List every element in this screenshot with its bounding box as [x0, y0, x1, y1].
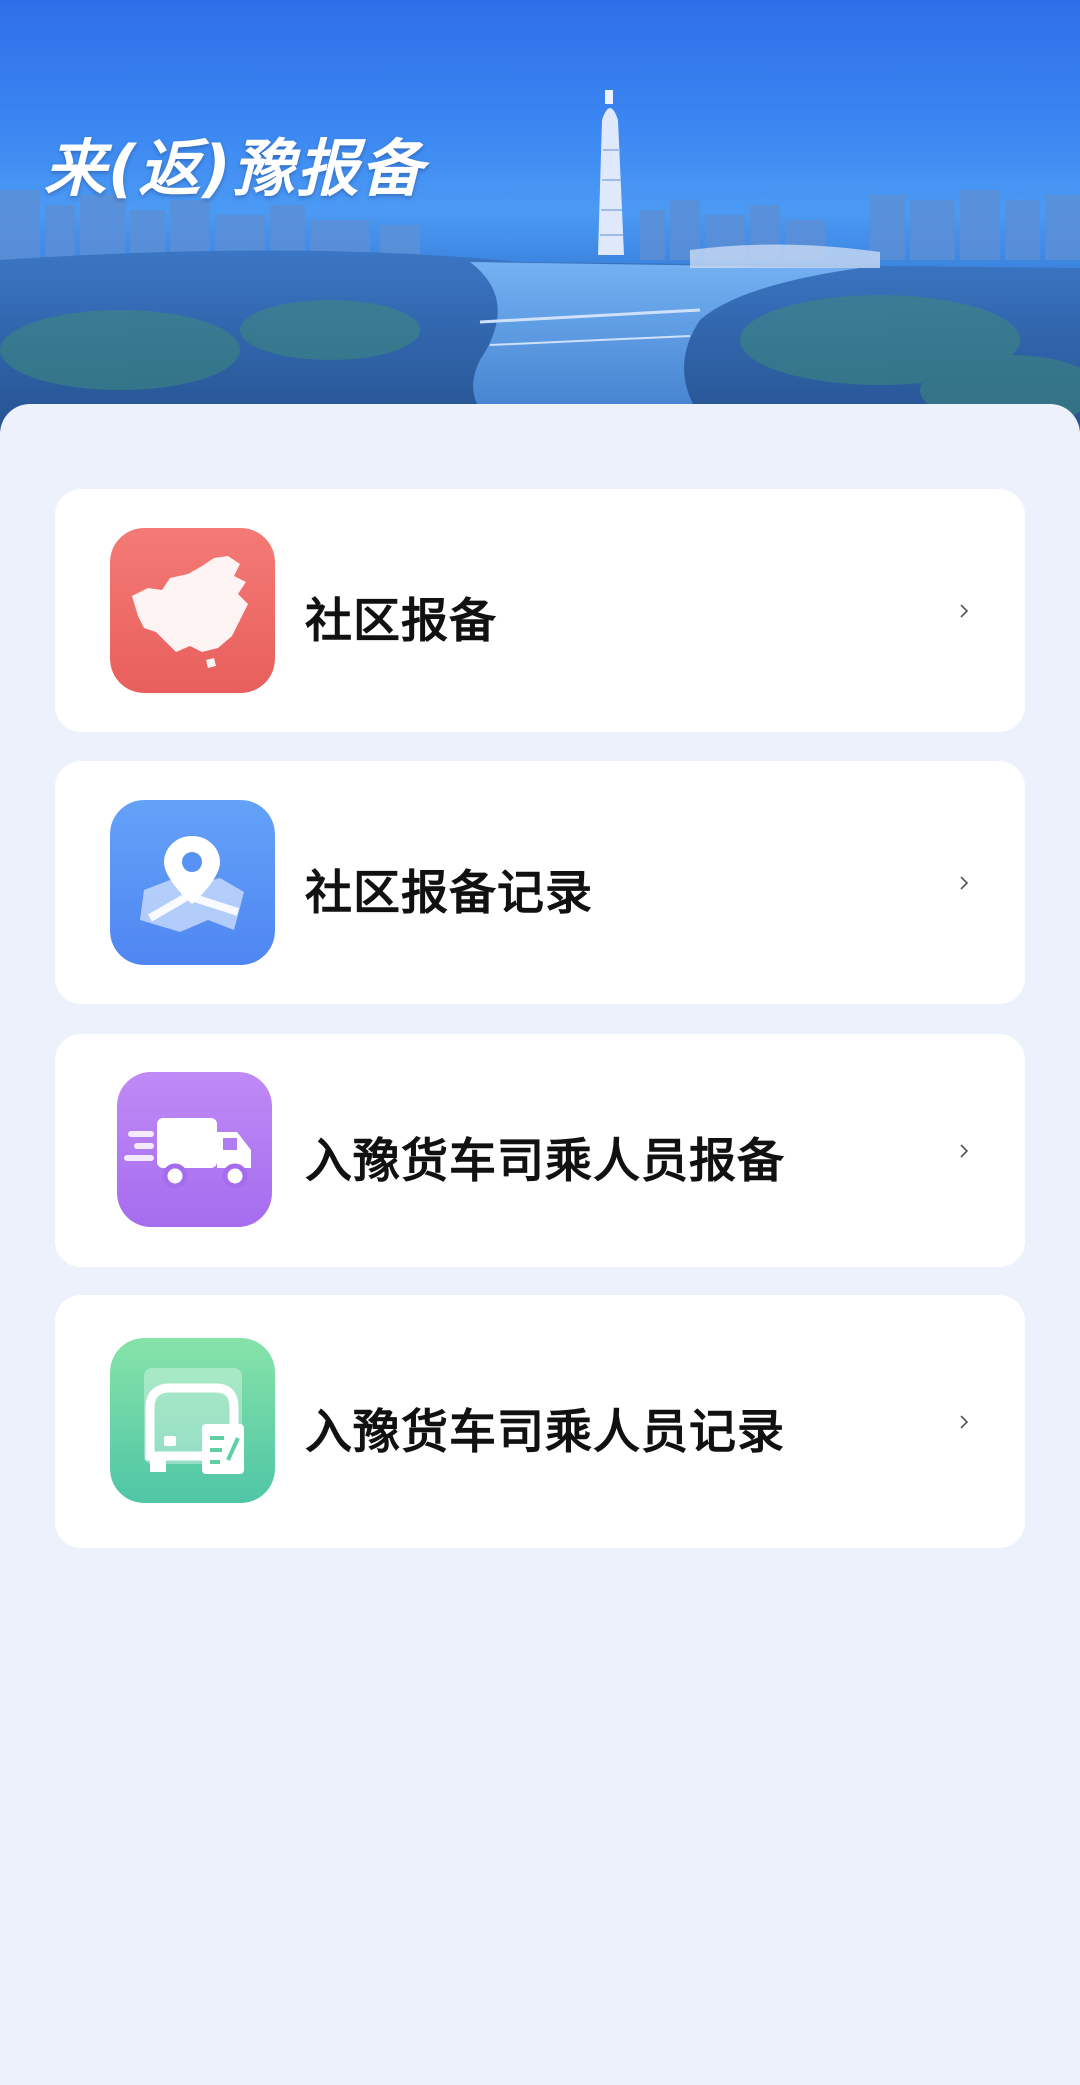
menu-item-truck-driver-record[interactable]: 入豫货车司乘人员记录	[55, 1295, 1025, 1548]
menu-item-label: 社区报备	[305, 594, 497, 649]
page-title: 来(返)豫报备	[44, 132, 425, 205]
chevron-right-icon	[960, 876, 969, 890]
bus-record-icon	[110, 1338, 275, 1503]
map-location-pin-icon	[110, 800, 275, 965]
chevron-right-icon	[960, 604, 969, 618]
menu-item-label: 入豫货车司乘人员报备	[305, 1134, 785, 1189]
menu-item-community-report-record[interactable]: 社区报备记录	[55, 761, 1025, 1004]
city-skyline-image	[0, 90, 1080, 440]
header-banner: 来(返)豫报备	[0, 0, 1080, 440]
menu-item-community-report[interactable]: 社区报备	[55, 489, 1025, 732]
chevron-right-icon	[960, 1144, 969, 1158]
menu-item-truck-driver-report[interactable]: 入豫货车司乘人员报备	[55, 1034, 1025, 1267]
menu-item-label: 社区报备记录	[305, 866, 593, 921]
chevron-right-icon	[960, 1415, 969, 1429]
menu-item-label: 入豫货车司乘人员记录	[305, 1405, 785, 1460]
china-map-icon	[110, 528, 275, 693]
menu-panel: 社区报备 社区报备记录 入豫货车司乘人员报备 入豫货车司乘人员记录	[0, 404, 1080, 2085]
tower-icon	[598, 90, 624, 255]
delivery-truck-icon	[117, 1072, 272, 1227]
